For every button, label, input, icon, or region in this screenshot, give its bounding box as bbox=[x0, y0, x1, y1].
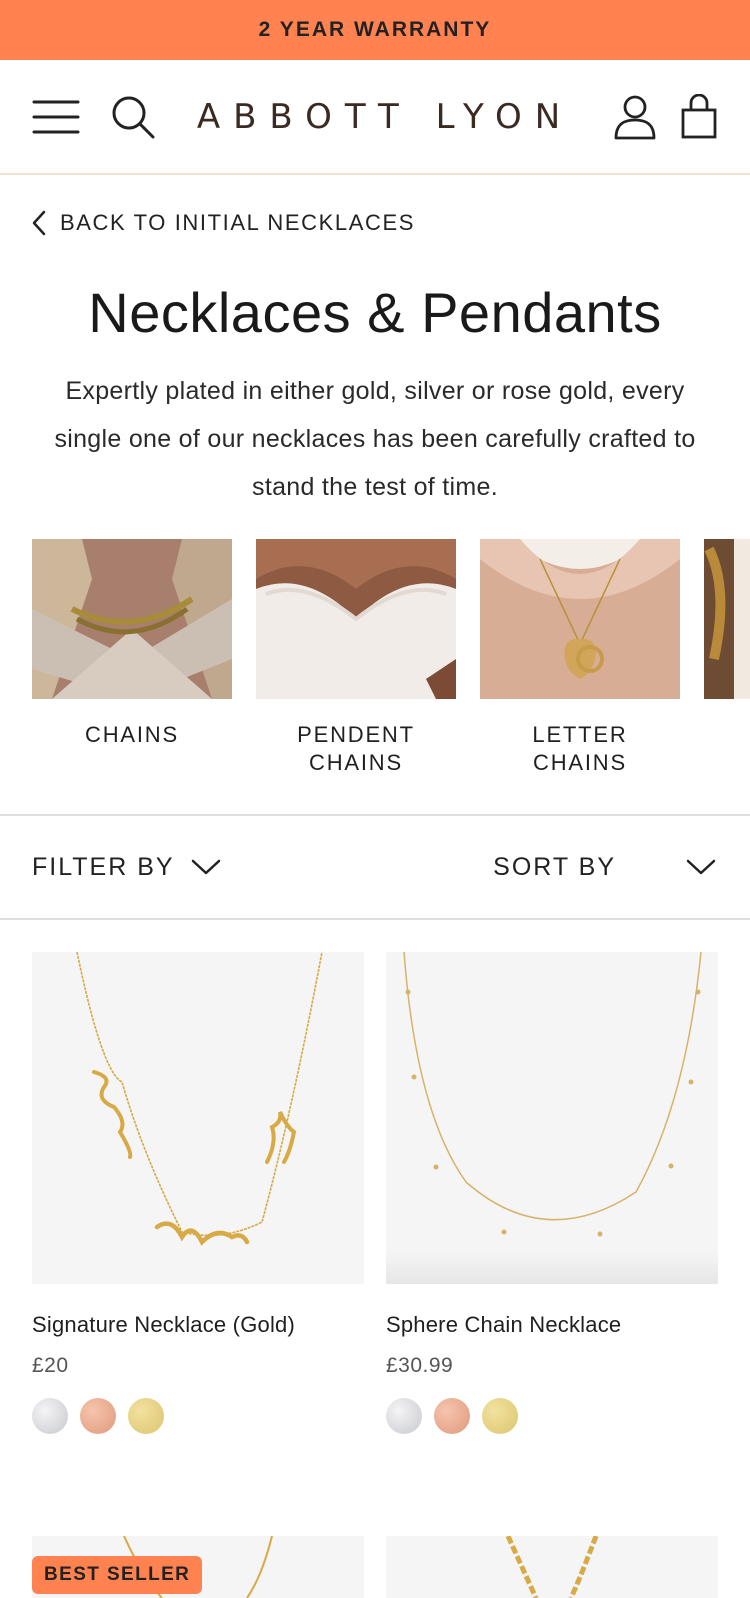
swatch-rose-gold[interactable] bbox=[80, 1398, 116, 1434]
chevron-down-icon bbox=[686, 859, 716, 875]
site-header: ABBOTT LYON bbox=[0, 60, 750, 175]
product-image[interactable] bbox=[32, 952, 364, 1284]
sort-by-button[interactable]: SORT BY bbox=[493, 853, 718, 882]
best-seller-badge: BEST SELLER bbox=[32, 1556, 203, 1594]
swatch-gold[interactable] bbox=[128, 1398, 164, 1434]
product-card[interactable] bbox=[386, 1536, 718, 1598]
category-letter-chains[interactable]: LETTER CHAINS bbox=[480, 539, 680, 777]
filter-sort-bar: FILTER BY SORT BY bbox=[0, 814, 750, 920]
category-thumbnail bbox=[32, 539, 232, 699]
page-description: Expertly plated in either gold, silver o… bbox=[54, 377, 696, 501]
product-name[interactable]: Sphere Chain Necklace bbox=[386, 1312, 718, 1338]
filter-by-button[interactable]: FILTER BY bbox=[32, 853, 223, 882]
product-price: £20 bbox=[32, 1354, 69, 1377]
promo-text: 2 YEAR WARRANTY bbox=[258, 18, 492, 41]
category-thumbnail bbox=[704, 539, 750, 699]
product-image[interactable] bbox=[386, 952, 718, 1284]
back-link[interactable]: BACK TO INITIAL NECKLACES bbox=[0, 175, 750, 270]
category-label: CHAINS bbox=[85, 722, 179, 747]
swatch-silver[interactable] bbox=[386, 1398, 422, 1434]
product-image[interactable] bbox=[386, 1536, 718, 1598]
menu-icon[interactable] bbox=[32, 99, 80, 135]
search-icon[interactable] bbox=[110, 94, 156, 140]
sort-by-label: SORT BY bbox=[493, 852, 616, 881]
back-link-label: BACK TO INITIAL NECKLACES bbox=[60, 209, 416, 235]
bag-icon[interactable] bbox=[680, 93, 718, 140]
category-chains[interactable]: CHAINS bbox=[32, 539, 232, 749]
category-label: PENDENT CHAINS bbox=[297, 722, 415, 775]
category-thumbnail bbox=[480, 539, 680, 699]
swatch-gold[interactable] bbox=[482, 1398, 518, 1434]
swatch-rose-gold[interactable] bbox=[434, 1398, 470, 1434]
category-next-partial[interactable] bbox=[704, 539, 750, 699]
category-thumbnail bbox=[256, 539, 456, 699]
product-price: £30.99 bbox=[386, 1354, 454, 1377]
product-card[interactable]: Sphere Chain Necklace £30.99 bbox=[386, 952, 718, 1434]
filter-by-label: FILTER BY bbox=[32, 852, 175, 881]
product-card[interactable]: Signature Necklace (Gold) £20 bbox=[32, 952, 364, 1434]
color-swatches bbox=[386, 1398, 718, 1434]
category-label: LETTER CHAINS bbox=[532, 722, 628, 775]
category-pendent-chains[interactable]: PENDENT CHAINS bbox=[256, 539, 456, 777]
swatch-silver[interactable] bbox=[32, 1398, 68, 1434]
product-name[interactable]: Signature Necklace (Gold) bbox=[32, 1312, 364, 1338]
chevron-down-icon bbox=[191, 859, 220, 875]
page-title: Necklaces & Pendants bbox=[88, 281, 662, 344]
color-swatches bbox=[32, 1398, 364, 1434]
promo-banner: 2 YEAR WARRANTY bbox=[0, 0, 750, 60]
chevron-left-icon bbox=[32, 210, 46, 235]
account-icon[interactable] bbox=[612, 94, 658, 140]
category-carousel[interactable]: CHAINS PENDENT CHAINS LETTER CHAINS bbox=[0, 539, 750, 809]
